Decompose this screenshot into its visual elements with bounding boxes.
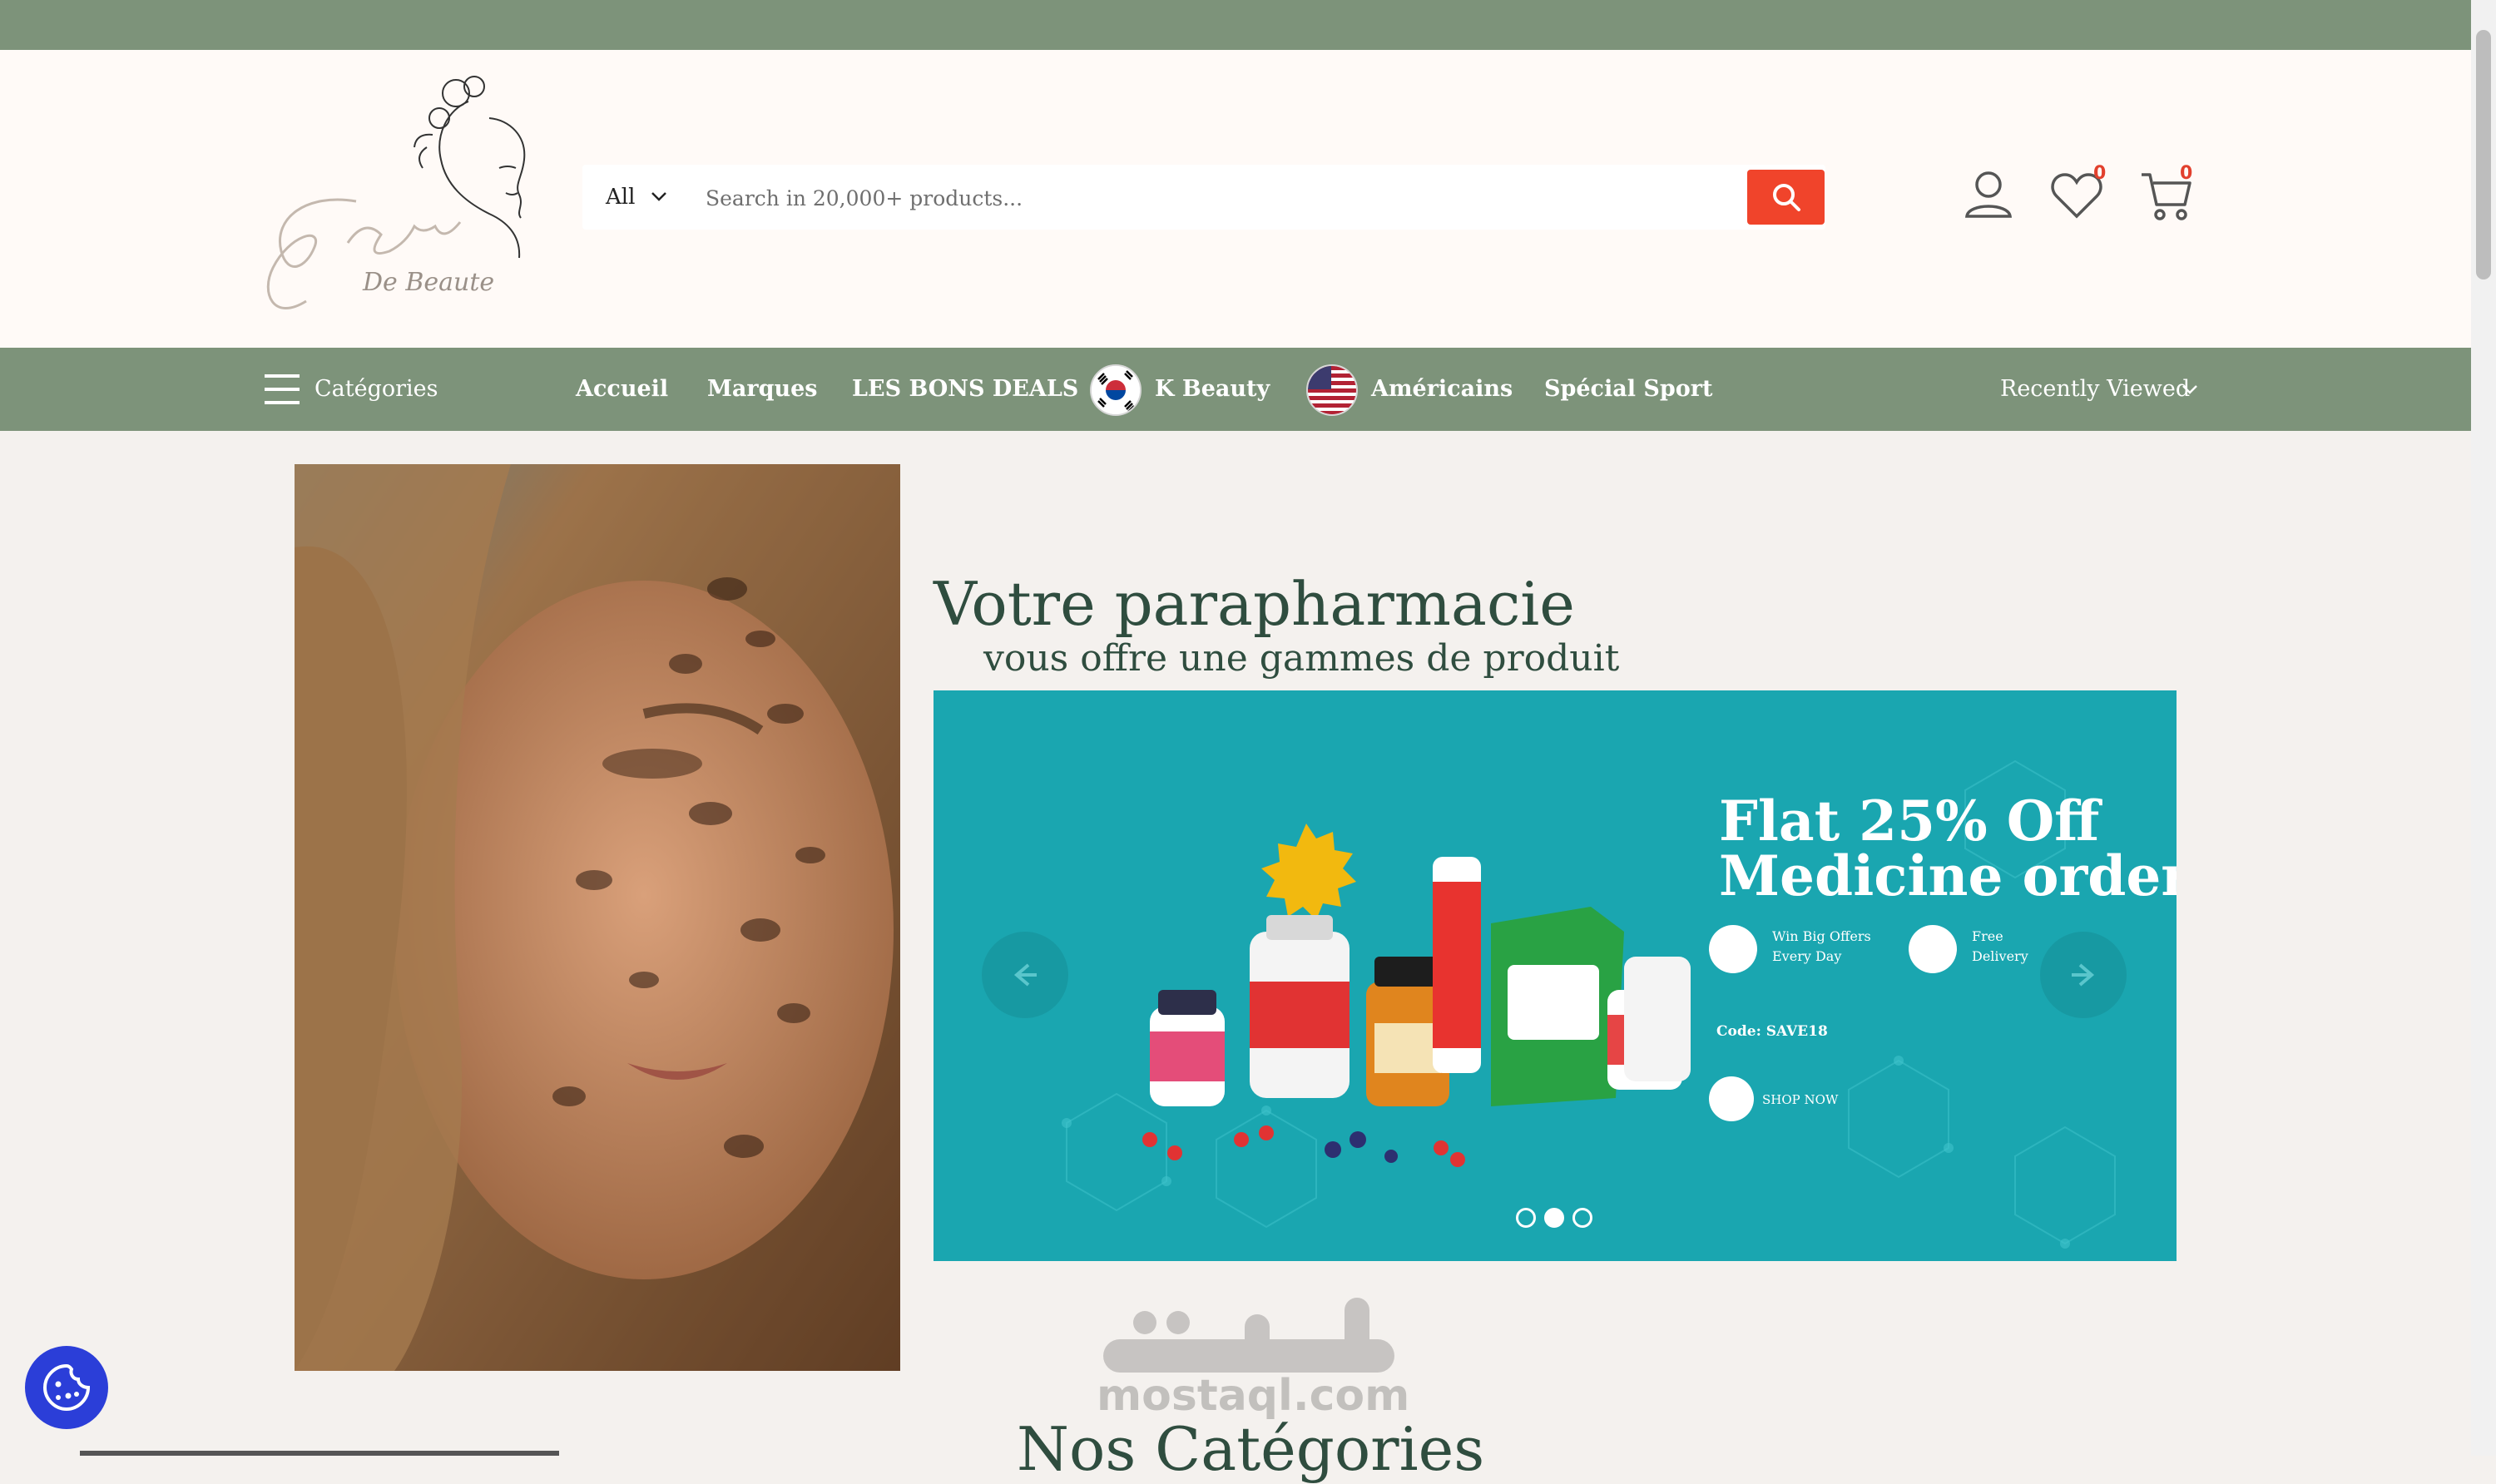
menu-hamburger-icon[interactable] [265,371,301,408]
slider-dot-2-active[interactable] [1544,1208,1564,1228]
arrow-left-icon [1013,963,1037,987]
account-icon[interactable] [1960,166,2017,223]
us-flag-icon [1306,364,1358,416]
nav-item-k-beauty[interactable]: K Beauty [1155,348,1270,431]
scrollbar-thumb[interactable] [2476,30,2491,279]
slider-dot-3[interactable] [1572,1208,1592,1228]
nav-item-bons-deals[interactable]: LES BONS DEALS [852,348,1078,431]
hero-model-photo [295,464,900,1371]
delivery-feature-icon [1909,925,1957,973]
nav-item-accueil[interactable]: Accueil [576,348,668,431]
hero-title: Votre parapharmacie [934,569,1575,639]
chevron-down-icon[interactable] [2180,379,2200,399]
search-icon [1772,184,1800,211]
cookie-icon [42,1363,91,1412]
medicine-products-illustration [1142,824,1691,1167]
nav-item-special-sport[interactable]: Spécial Sport [1544,348,1713,431]
nav-item-americains[interactable]: Américains [1371,348,1513,431]
recently-viewed-dropdown[interactable]: Recently Viewed [2000,348,2190,431]
cookie-settings-button[interactable] [25,1346,108,1429]
korea-flag-icon [1090,364,1142,416]
categories-menu[interactable]: Catégories [314,348,438,431]
promo-banner-slider[interactable]: Flat 25% Off Medicine order Win Big Offe… [934,690,2177,1261]
promo-code: Code: SAVE18 [1716,1023,1828,1040]
banner-title-line2: Medicine order [1719,843,2177,908]
logo-text: De Beaute [363,268,495,297]
feature-delivery-text: Free Delivery [1972,928,2028,964]
chevron-down-icon[interactable] [649,186,669,206]
feature-offers-text: Win Big Offers Every Day [1772,928,1871,964]
arrow-right-icon [2072,963,2095,987]
slider-next-button[interactable] [2040,932,2127,1018]
main-navigation: Catégories Accueil Marques LES BONS DEAL… [0,348,2471,431]
slider-dot-1[interactable] [1516,1208,1536,1228]
cart-count-badge: 0 [2180,163,2193,184]
wishlist-count-badge: 0 [2093,163,2107,184]
search-input[interactable] [704,176,1789,220]
hero-subtitle: vous offre une gammes de produit [983,637,1620,680]
nav-item-marques[interactable]: Marques [707,348,818,431]
shop-now-icon[interactable] [1709,1076,1754,1121]
shop-now-button[interactable]: SHOP NOW [1762,1090,1838,1110]
categories-section-title: Nos Catégories [1017,1414,1485,1484]
horizontal-scroll-indicator [80,1451,559,1456]
slider-prev-button[interactable] [982,932,1068,1018]
search-category-select[interactable]: All [606,165,635,230]
offers-feature-icon [1709,925,1757,973]
search-bar: All [582,165,1825,230]
top-announcement-bar [0,0,2471,50]
watermark-text: mostaql.com [1097,1371,1410,1421]
search-button[interactable] [1747,170,1825,225]
banner-title: Flat 25% Off Medicine order [1719,794,2177,903]
